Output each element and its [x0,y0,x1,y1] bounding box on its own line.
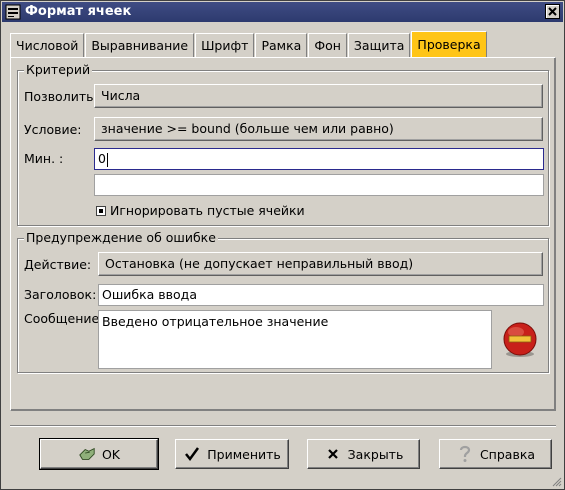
min-label: Мин. : [24,151,64,166]
criteria-group-title: Критерий [24,62,93,77]
alert-title-label: Заголовок: [24,287,97,302]
help-question-icon [456,445,474,463]
tab-number[interactable]: Числовой [10,33,85,57]
close-x-icon [324,445,342,463]
ignore-blank-label: Игнорировать пустые ячейки [110,203,305,218]
condition-label: Условие: [24,122,82,137]
button-separator [10,425,556,427]
allow-select[interactable]: Числа [94,84,543,108]
criteria-group: Критерий Позволить: Числа Условие: значе… [17,63,549,226]
close-button[interactable]: Закрыть [307,439,420,469]
condition-select[interactable]: значение >= bound (больше чем или равно) [94,117,543,141]
tab-bar: Числовой Выравнивание Шрифт Рамка Фон За… [10,31,488,57]
text-caret [106,152,108,167]
ignore-blank-option[interactable]: Игнорировать пустые ячейки [96,203,305,218]
stop-error-icon [503,322,537,357]
format-cells-dialog: Формат ячеек Числовой Выравнивание Шрифт… [0,0,565,490]
close-window-button[interactable] [545,4,560,19]
close-icon [548,7,557,16]
tab-validation[interactable]: Проверка [411,31,487,57]
alert-title-input[interactable]: Ошибка ввода [98,284,544,306]
ok-button-label: OK [101,446,121,462]
message-label: Сообщение: [24,311,104,326]
max-value-input[interactable] [94,174,544,196]
action-label: Действие: [24,257,92,272]
tab-protection[interactable]: Защита [347,33,411,57]
resize-grip-icon[interactable] [550,475,562,487]
close-button-label: Закрыть [347,446,404,462]
validation-panel: Критерий Позволить: Числа Условие: значе… [10,57,556,411]
tab-background[interactable]: Фон [308,33,347,57]
checkmark-icon [183,445,201,463]
window-title: Формат ячеек [25,4,132,19]
ignore-blank-checkbox[interactable] [96,205,106,216]
tab-alignment[interactable]: Выравнивание [85,33,195,57]
action-select[interactable]: Остановка (не допускает неправильный вво… [98,252,543,276]
title-bar[interactable]: Формат ячеек [2,2,563,22]
error-alert-group: Предупреждение об ошибке Действие: Остан… [17,231,549,373]
allow-label: Позволить: [24,89,98,104]
ok-hand-icon [78,445,96,463]
tab-font[interactable]: Шрифт [195,33,255,57]
message-textarea[interactable]: Введено отрицательное значение [98,310,492,369]
help-button-label: Справка [479,446,536,462]
apply-button[interactable]: Применить [175,439,289,469]
min-value-text: 0 [98,151,106,166]
min-value-input[interactable]: 0 [94,148,544,170]
ok-button[interactable]: OK [39,438,159,470]
help-button[interactable]: Справка [439,439,552,469]
apply-button-label: Применить [207,446,281,462]
error-alert-group-title: Предупреждение об ошибке [24,230,218,245]
tab-border[interactable]: Рамка [255,33,308,57]
app-icon[interactable] [5,4,21,20]
